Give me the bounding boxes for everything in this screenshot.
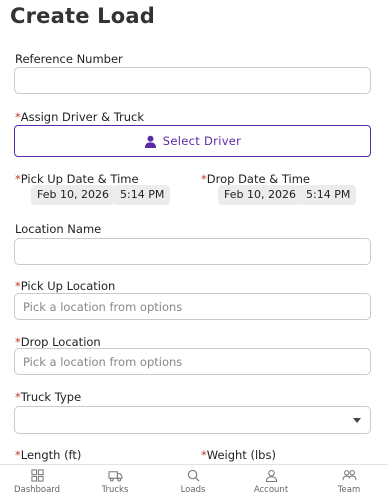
location-name-input[interactable]: [14, 238, 371, 265]
tab-trucks-label: Trucks: [101, 485, 129, 495]
drop-location-placeholder: Pick a location from options: [23, 355, 183, 369]
person-icon: [144, 135, 156, 148]
drop-location-input[interactable]: Pick a location from options: [14, 348, 371, 375]
truck-icon: [107, 471, 123, 482]
length-label: *Length (ft): [15, 448, 82, 462]
reference-number-input[interactable]: [14, 67, 371, 94]
truck-type-label: *Truck Type: [15, 390, 82, 404]
bottom-tab-bar: Dashboard Trucks Loads Account Team: [0, 464, 388, 500]
truck-type-select[interactable]: [14, 406, 371, 434]
team-icon: [341, 470, 357, 481]
reference-number-label: Reference Number: [15, 52, 123, 66]
search-icon: [187, 469, 199, 482]
pick-up-location-input[interactable]: Pick a location from options: [14, 293, 371, 320]
tab-team[interactable]: Team: [314, 469, 384, 495]
drop-time-chip[interactable]: 5:14 PM: [300, 185, 357, 205]
tab-dashboard[interactable]: Dashboard: [2, 469, 72, 495]
tab-account[interactable]: Account: [236, 469, 306, 495]
pick-up-date-chip[interactable]: Feb 10, 2026: [31, 185, 115, 205]
tab-dashboard-label: Dashboard: [13, 485, 61, 495]
account-icon: [265, 469, 277, 482]
select-driver-button[interactable]: Select Driver: [14, 125, 371, 157]
pick-up-datetime-label: *Pick Up Date & Time: [15, 172, 139, 186]
pick-up-location-placeholder: Pick a location from options: [23, 300, 183, 314]
drop-location-label: *Drop Location: [15, 335, 101, 349]
tab-trucks[interactable]: Trucks: [80, 469, 150, 495]
drop-date-chip[interactable]: Feb 10, 2026: [218, 185, 302, 205]
tab-loads[interactable]: Loads: [158, 469, 228, 495]
page-title: Create Load: [10, 4, 155, 28]
select-driver-label: Select Driver: [162, 134, 242, 148]
tab-loads-label: Loads: [180, 485, 206, 495]
chevron-down-icon: [353, 418, 361, 423]
dashboard-grid-icon: [30, 469, 44, 482]
assign-driver-label: *Assign Driver & Truck: [15, 110, 145, 124]
tab-team-label: Team: [337, 485, 361, 495]
pick-up-location-label: *Pick Up Location: [15, 279, 116, 293]
weight-label: *Weight (lbs): [201, 448, 276, 462]
drop-datetime-label: *Drop Date & Time: [201, 172, 310, 186]
pick-up-time-chip[interactable]: 5:14 PM: [114, 185, 171, 205]
tab-account-label: Account: [253, 485, 289, 495]
location-name-label: Location Name: [15, 222, 102, 236]
